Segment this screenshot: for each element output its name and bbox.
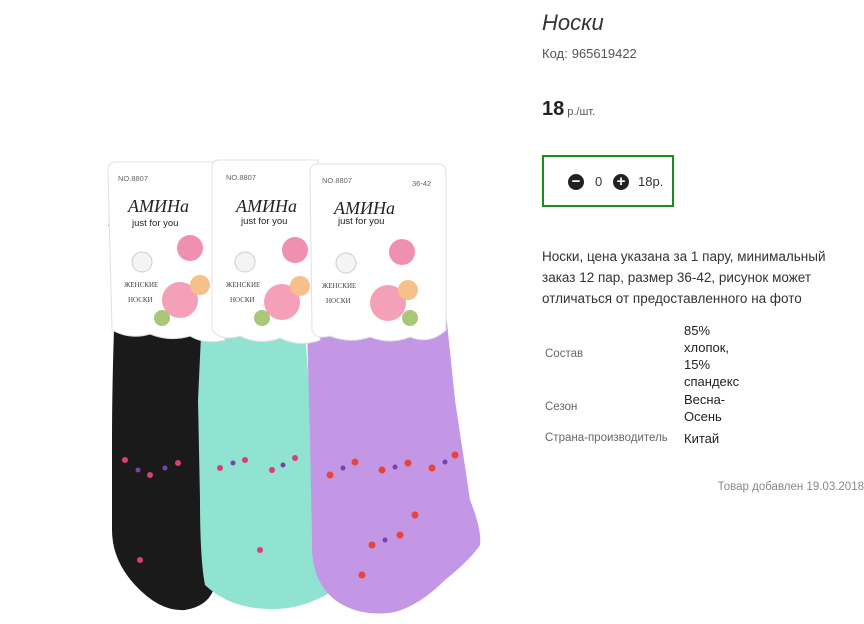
label-card-3: NO.8807 36-42 АМИНа just for you ЖЕНСКИЕ…: [309, 163, 447, 342]
card-2-brand: АМИНа: [235, 196, 297, 216]
quantity-total: 18р.: [638, 174, 664, 189]
card-3-brand: АМИНа: [333, 198, 395, 218]
property-value: Китай: [684, 431, 720, 446]
product-price: 18 р./шт.: [542, 98, 595, 121]
quantity-value: 0: [595, 174, 603, 189]
property-value: Весна-Осень: [684, 392, 726, 424]
card-3-size: 36-42: [412, 179, 431, 188]
product-description: Носки, цена указана за 1 пару, минимальн…: [542, 249, 826, 306]
card-2-type-2: НОСКИ: [230, 296, 255, 304]
product-info: Носки Код: 965619422 18 р./шт. − 0 + 18р. …: [542, 0, 864, 624]
product-image[interactable]: NO.8807 АМИНа just for you ЖЕНСКИЕ НОСКИ…: [0, 0, 525, 624]
product-code-value: 965619422: [571, 46, 637, 61]
card-1-type-2: НОСКИ: [128, 296, 153, 304]
price-value: 18: [542, 98, 565, 120]
card-3-tagline: just for you: [337, 216, 384, 227]
card-1-model: NO.8807: [118, 174, 148, 183]
property-label: Страна-производитель: [545, 432, 668, 444]
product-title: Носки: [542, 10, 604, 35]
card-1-type-1: ЖЕНСКИЕ: [124, 281, 158, 289]
card-2-tagline: just for you: [240, 216, 287, 227]
product-code-label: Код:: [542, 46, 568, 61]
added-date: Товар добавлен 19.03.2018: [717, 481, 864, 493]
property-label: Сезон: [545, 401, 578, 413]
card-3-type-1: ЖЕНСКИЕ: [322, 282, 356, 290]
property-label: Состав: [545, 348, 584, 360]
price-unit: р./шт.: [567, 106, 596, 118]
card-1-brand: АМИНа: [127, 196, 189, 216]
property-value: 85% хлопок, 15% спандекс: [684, 323, 740, 389]
product-code: Код: 965619422: [542, 46, 637, 61]
quantity-selector: − 0 + 18р.: [542, 155, 674, 207]
property-row-season: Сезон Весна-Осень: [542, 391, 864, 425]
property-row-composition: Состав 85% хлопок, 15% спандекс: [542, 322, 864, 389]
card-1-tagline: just for you: [131, 218, 178, 229]
property-row-country: Страна-производитель Китай: [542, 430, 864, 450]
label-card-2: NO.8807 АМИНа just for you ЖЕНСКИЕ НОСКИ: [211, 159, 321, 344]
card-2-type-1: ЖЕНСКИЕ: [226, 281, 260, 289]
minus-icon[interactable]: −: [568, 174, 584, 190]
card-2-model: NO.8807: [226, 173, 256, 182]
label-card-1: NO.8807 АМИНа just for you ЖЕНСКИЕ НОСКИ: [107, 161, 226, 343]
card-3-type-2: НОСКИ: [326, 297, 351, 305]
card-3-model: NO.8807: [322, 176, 352, 185]
plus-icon[interactable]: +: [613, 174, 629, 190]
